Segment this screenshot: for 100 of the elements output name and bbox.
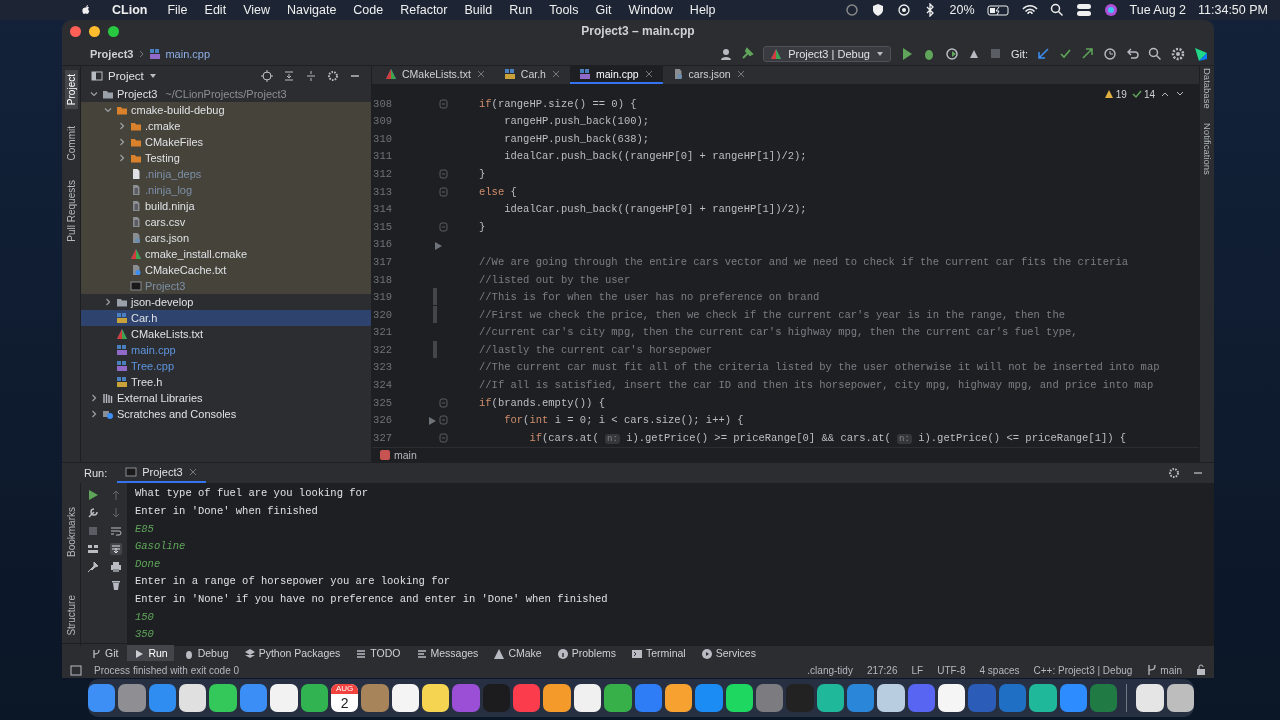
tool-window-tab[interactable]: CMake: [487, 645, 548, 662]
zoom-window-button[interactable]: [108, 26, 119, 37]
chevron-icon[interactable]: [89, 393, 99, 404]
app-icon[interactable]: [938, 684, 966, 712]
status-item[interactable]: 217:26: [866, 664, 898, 676]
editor-tab[interactable]: cars.json: [662, 66, 755, 84]
hammer-icon[interactable]: [741, 47, 755, 61]
tool-window-tab[interactable]: Messages: [409, 645, 485, 662]
tree-item[interactable]: Car.h: [81, 310, 371, 327]
panel-title[interactable]: Project: [108, 70, 144, 83]
menu-item[interactable]: Navigate: [287, 2, 337, 18]
breadcrumb-item[interactable]: main: [394, 449, 417, 462]
close-icon[interactable]: [475, 69, 486, 80]
menu-item[interactable]: Window: [628, 2, 673, 18]
tool-window-tab[interactable]: Structure: [64, 591, 78, 640]
scroll-to-end-icon[interactable]: [109, 543, 122, 556]
breadcrumb-item[interactable]: Project3: [90, 47, 134, 60]
run-gutter-icon[interactable]: [434, 240, 443, 251]
tool-window-tab[interactable]: TODO: [349, 645, 407, 662]
tree-item[interactable]: json-develop: [81, 294, 371, 311]
pin-icon[interactable]: [86, 561, 99, 574]
chevron-icon[interactable]: [117, 121, 127, 132]
status-item[interactable]: 4 spaces: [979, 664, 1020, 676]
menu-item[interactable]: Edit: [204, 2, 227, 18]
chevron-icon[interactable]: [117, 137, 127, 148]
tool-window-tab[interactable]: Debug: [176, 645, 235, 662]
tool-window-tab[interactable]: Git: [84, 645, 125, 662]
tree-item[interactable]: cars.json: [81, 230, 371, 247]
user-icon[interactable]: [720, 47, 733, 60]
tree-item[interactable]: cmake_install.cmake: [81, 246, 371, 263]
tree-item[interactable]: External Libraries: [81, 390, 371, 407]
app-icon[interactable]: [543, 684, 571, 712]
menu-item[interactable]: Run: [509, 2, 533, 18]
change-marker[interactable]: [433, 288, 437, 306]
menu-date[interactable]: Tue Aug 2: [1129, 2, 1187, 18]
app-icon[interactable]: [1136, 684, 1164, 712]
app-icon[interactable]: [877, 684, 905, 712]
wifi-icon[interactable]: [1021, 4, 1038, 16]
change-marker[interactable]: [433, 341, 437, 359]
menu-clock[interactable]: 11:34:50 PM: [1198, 2, 1268, 18]
tree-item[interactable]: CMakeLists.txt: [81, 326, 371, 343]
app-icon[interactable]: [816, 684, 844, 712]
tree-item[interactable]: build.ninja: [81, 198, 371, 215]
search-icon[interactable]: [1049, 3, 1064, 17]
app-icon[interactable]: [573, 684, 602, 712]
app-icon[interactable]: [300, 684, 328, 712]
commit-check-icon[interactable]: [1059, 47, 1072, 61]
print-icon[interactable]: [109, 561, 122, 574]
tree-item[interactable]: Scratches and Consoles: [81, 406, 371, 423]
tool-window-tab[interactable]: Project: [64, 70, 78, 110]
close-icon[interactable]: [550, 69, 561, 80]
history-icon[interactable]: [1103, 46, 1117, 61]
status-item[interactable]: .clang-tidy: [807, 664, 853, 676]
editor-tab[interactable]: main.cpp: [569, 66, 663, 84]
app-icon[interactable]: [422, 684, 450, 712]
coverage-icon[interactable]: [944, 46, 959, 61]
ide-logo-icon[interactable]: [1194, 46, 1208, 61]
shield-icon[interactable]: [871, 3, 886, 17]
editor-tab[interactable]: Car.h: [494, 66, 570, 84]
menu-item[interactable]: Build: [464, 2, 493, 18]
tool-window-tab[interactable]: Services: [694, 645, 762, 662]
app-menu[interactable]: CLion: [112, 2, 148, 18]
tree-item[interactable]: CMakeFiles: [81, 134, 371, 151]
editor-tab[interactable]: CMakeLists.txt: [376, 66, 495, 84]
menu-item[interactable]: View: [243, 2, 270, 18]
menu-item[interactable]: Code: [353, 2, 384, 18]
tool-window-tab[interactable]: Pull Requests: [64, 176, 78, 246]
menu-item[interactable]: Tools: [549, 2, 579, 18]
tree-item[interactable]: CMakeCache.txt: [81, 262, 371, 279]
tree-item[interactable]: cars.csv: [81, 214, 371, 231]
expand-all-icon[interactable]: [283, 70, 295, 83]
app-icon[interactable]: [1029, 684, 1057, 712]
tool-window-tab[interactable]: Database: [1201, 68, 1213, 110]
chevron-icon[interactable]: [117, 153, 127, 164]
warning-count[interactable]: 19: [1103, 88, 1127, 100]
close-icon[interactable]: [187, 467, 198, 478]
close-window-button[interactable]: [70, 26, 81, 37]
trash-icon[interactable]: [109, 579, 122, 592]
battery-icon[interactable]: [986, 3, 1010, 17]
tool-window-tab[interactable]: Problems: [550, 645, 622, 662]
tool-window-tab[interactable]: Python Packages: [237, 645, 347, 662]
weak-warning-count[interactable]: 14: [1131, 88, 1155, 100]
menu-item[interactable]: Git: [595, 2, 612, 18]
tree-item[interactable]: cmake-build-debug: [81, 102, 371, 119]
tool-window-tab[interactable]: Notifications: [1201, 123, 1213, 175]
tree-item[interactable]: main.cpp: [81, 342, 371, 359]
push-arrow-icon[interactable]: [1081, 47, 1094, 61]
control-center-icon[interactable]: [1075, 3, 1092, 17]
update-arrow-icon[interactable]: [1037, 47, 1050, 61]
status-item[interactable]: LF: [911, 664, 924, 676]
layout-icon[interactable]: [86, 543, 99, 556]
chevron-icon[interactable]: [103, 297, 113, 308]
wrench-icon[interactable]: [86, 507, 99, 520]
tool-window-tab[interactable]: Terminal: [625, 645, 692, 662]
rerun-icon[interactable]: [86, 489, 99, 502]
app-icon[interactable]: [179, 684, 207, 712]
app-icon[interactable]: [209, 684, 237, 712]
tree-item[interactable]: .cmake: [81, 118, 371, 135]
tool-window-tab[interactable]: Commit: [64, 121, 78, 164]
run-configuration-dropdown[interactable]: Project3 | Debug: [763, 45, 891, 62]
